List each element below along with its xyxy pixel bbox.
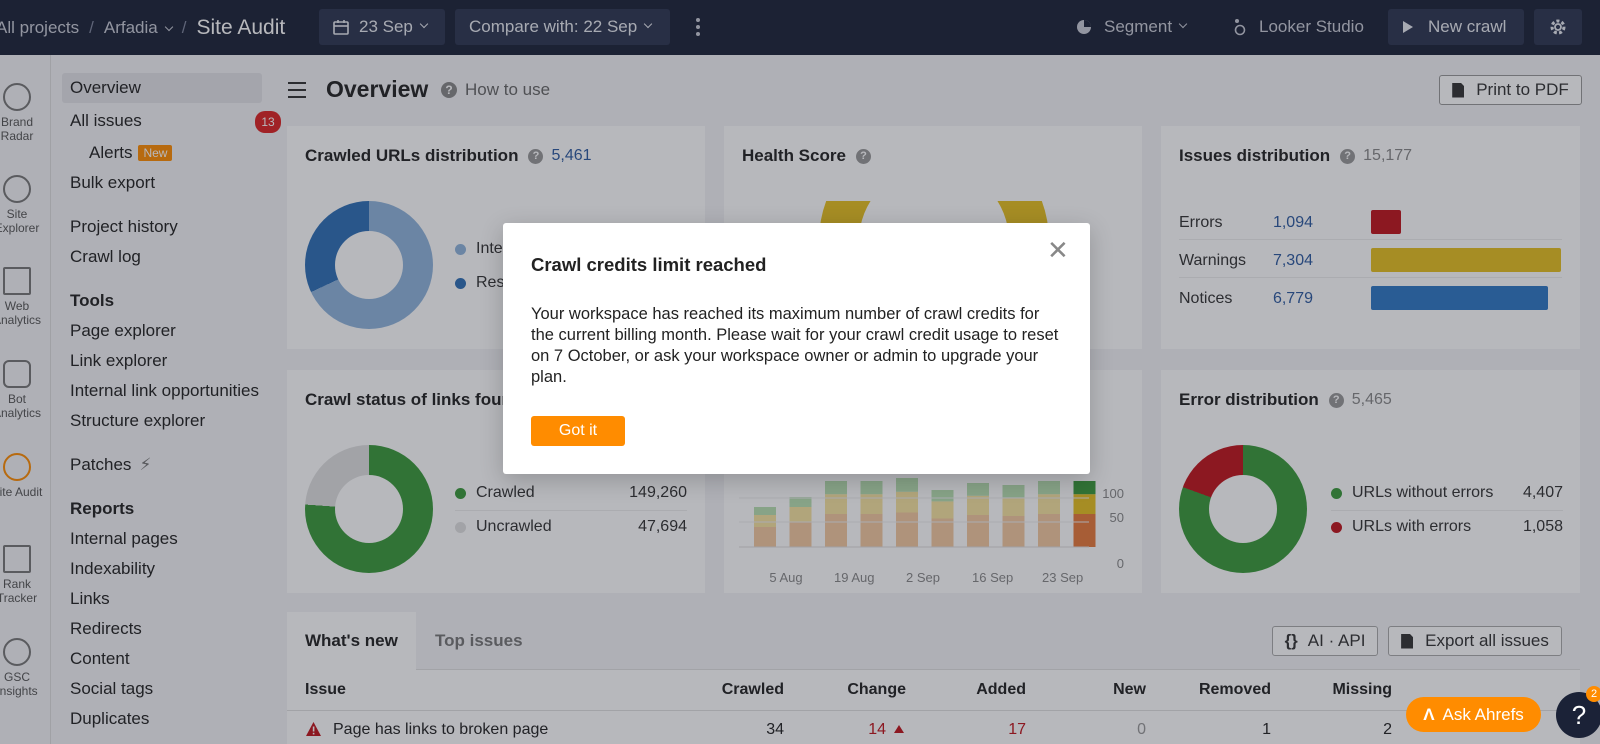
crawl-credits-modal: Crawl credits limit reached ✕ Your works… xyxy=(503,223,1090,474)
close-icon[interactable]: ✕ xyxy=(1047,237,1069,263)
ahrefs-logo-icon: Λ xyxy=(1423,704,1435,724)
modal-message: Your workspace has reached its maximum n… xyxy=(531,305,1059,386)
modal-title: Crawl credits limit reached xyxy=(531,254,767,275)
ask-ahrefs-label: Ask Ahrefs xyxy=(1442,704,1524,724)
help-notification-badge: 2 xyxy=(1586,686,1600,702)
ask-ahrefs-button[interactable]: Λ Ask Ahrefs xyxy=(1406,697,1541,732)
got-it-button[interactable]: Got it xyxy=(531,416,625,446)
